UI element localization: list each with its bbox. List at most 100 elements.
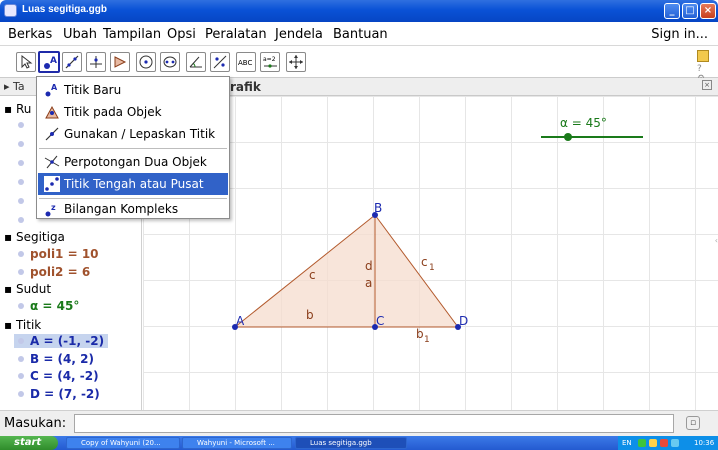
- point-tools-dropdown: A Titik Baru Titik pada Objek Gunakan / …: [36, 76, 230, 219]
- segment-c-label: c: [309, 268, 316, 282]
- ellipse-tool-icon[interactable]: [160, 52, 180, 72]
- taskbar-item-copy-wahyuni[interactable]: Copy of Wahyuni (20...: [66, 437, 180, 449]
- algebra-group-titik[interactable]: ▪ Titik: [4, 318, 41, 332]
- dropdown-divider: [39, 148, 227, 149]
- input-field[interactable]: [74, 414, 674, 433]
- taskbar-item-luas-segitiga[interactable]: Luas segitiga.ggb: [295, 437, 407, 449]
- menu-tampilan[interactable]: Tampilan: [103, 27, 161, 42]
- menu-bar: Berkas Ubah Tampilan Opsi Peralatan Jend…: [0, 22, 718, 46]
- taskbar-item-wahyuni-word[interactable]: Wahyuni - Microsoft ...: [182, 437, 292, 449]
- hidden-item: [18, 118, 30, 132]
- algebra-group-segitiga-label: Segitiga: [15, 230, 65, 244]
- menu-jendela[interactable]: Jendela: [275, 27, 323, 42]
- algebra-item-point-b-text: B = (4, 2): [30, 352, 94, 366]
- polygon-tool-icon[interactable]: [110, 52, 130, 72]
- maximize-button[interactable]: □: [682, 3, 698, 19]
- taskbar-item-copy-wahyuni-text: Copy of Wahyuni (20...: [81, 439, 161, 447]
- dropdown-item-perpotongan[interactable]: Perpotongan Dua Objek: [38, 151, 228, 173]
- algebra-item-point-c[interactable]: C = (4, -2): [18, 369, 99, 383]
- new-point-icon: A: [45, 83, 58, 97]
- slider-handle[interactable]: [564, 133, 572, 141]
- move-view-tool-icon[interactable]: [286, 52, 306, 72]
- hidden-item: [18, 156, 30, 170]
- algebra-view-title[interactable]: ▸ Ta: [4, 80, 25, 93]
- algebra-item-point-d[interactable]: D = (7, -2): [18, 387, 100, 401]
- algebra-item-point-a-text: A = (-1, -2): [30, 334, 105, 348]
- slider-tool-icon[interactable]: a=2: [260, 52, 280, 72]
- algebra-item-poli2-text: poli2 = 6: [30, 265, 91, 279]
- dropdown-item-titik-tengah-label: Titik Tengah atau Pusat: [64, 177, 204, 191]
- dropdown-item-titik-baru-label: Titik Baru: [64, 83, 122, 97]
- algebra-item-alpha[interactable]: α = 45°: [18, 299, 79, 313]
- svg-text:A: A: [51, 83, 58, 92]
- perpendicular-tool-icon[interactable]: [86, 52, 106, 72]
- hidden-item: [18, 137, 30, 151]
- algebra-item-point-c-text: C = (4, -2): [30, 369, 99, 383]
- perspectives-icon[interactable]: [697, 50, 709, 62]
- dropdown-item-titik-pada-objek-label: Titik pada Objek: [64, 105, 162, 119]
- algebra-item-poli2[interactable]: poli2 = 6: [18, 265, 90, 279]
- dropdown-item-titik-pada-objek[interactable]: Titik pada Objek: [38, 101, 228, 123]
- algebra-group-titik-label: Titik: [15, 318, 42, 332]
- algebra-item-point-a[interactable]: A = (-1, -2): [14, 334, 109, 348]
- hidden-item: [18, 213, 30, 227]
- circle-tool-icon[interactable]: [136, 52, 156, 72]
- dropdown-item-gunakan-lepaskan[interactable]: Gunakan / Lepaskan Titik: [38, 123, 228, 145]
- menu-ubah[interactable]: Ubah: [63, 27, 97, 42]
- point-tool-icon[interactable]: A: [38, 51, 60, 73]
- taskbar: start Copy of Wahyuni (20... Wahyuni - M…: [0, 436, 718, 450]
- input-help-icon[interactable]: ▫: [686, 416, 700, 430]
- triangle-left[interactable]: [233, 213, 376, 328]
- algebra-item-alpha-text: α = 45°: [30, 299, 80, 313]
- point-on-object-icon: [45, 105, 59, 119]
- dropdown-item-titik-baru[interactable]: A Titik Baru: [38, 79, 228, 101]
- tray-antivirus-icon[interactable]: [660, 439, 668, 447]
- dropdown-item-titik-tengah[interactable]: Titik Tengah atau Pusat: [38, 173, 228, 195]
- close-view-icon[interactable]: ×: [702, 80, 712, 90]
- algebra-group-sudut[interactable]: ▪ Sudut: [4, 282, 51, 296]
- segment-b1-subscript: 1: [424, 335, 430, 345]
- triangle-right[interactable]: [374, 213, 459, 328]
- dropdown-item-bilangan-kompleks[interactable]: z Bilangan Kompleks: [38, 199, 228, 219]
- move-tool-icon[interactable]: [16, 52, 36, 72]
- window-title: Luas segitiga.ggb: [22, 4, 108, 15]
- algebra-item-point-b[interactable]: B = (4, 2): [18, 352, 94, 366]
- menu-opsi[interactable]: Opsi: [167, 27, 196, 42]
- tray-network-icon[interactable]: [638, 439, 646, 447]
- algebra-item-poli1[interactable]: poli1 = 10: [18, 247, 99, 261]
- dropdown-item-perpotongan-label: Perpotongan Dua Objek: [64, 155, 207, 169]
- text-tool-icon[interactable]: ABC: [236, 52, 256, 72]
- tray-shield-icon[interactable]: [649, 439, 657, 447]
- svg-text:A: A: [50, 56, 57, 66]
- reflect-tool-icon[interactable]: [210, 52, 230, 72]
- hidden-item: [18, 175, 30, 189]
- algebra-group-segitiga[interactable]: ▪ Segitiga: [4, 230, 65, 244]
- algebra-view-title-text: Ta: [13, 80, 25, 93]
- start-button[interactable]: start: [0, 436, 58, 450]
- tray-language[interactable]: EN: [622, 436, 632, 450]
- midpoint-icon: [44, 176, 60, 192]
- input-label: Masukan:: [4, 416, 67, 431]
- close-button[interactable]: ×: [700, 3, 716, 19]
- dropdown-item-bilangan-kompleks-label: Bilangan Kompleks: [64, 202, 179, 216]
- help-settings-icon[interactable]: ? ⚙: [697, 64, 709, 84]
- tray-volume-icon[interactable]: [671, 439, 679, 447]
- angle-tool-icon[interactable]: [186, 52, 206, 72]
- algebra-group-partial[interactable]: ▪ Ru: [4, 102, 31, 116]
- menu-bantuan[interactable]: Bantuan: [333, 27, 388, 42]
- title-bar[interactable]: Luas segitiga.ggb _ □ ×: [0, 0, 718, 22]
- minimize-button[interactable]: _: [664, 3, 680, 19]
- taskbar-item-wahyuni-word-text: Wahyuni - Microsoft ...: [197, 439, 275, 447]
- menu-berkas[interactable]: Berkas: [8, 27, 52, 42]
- segment-c1-label: c: [421, 255, 428, 269]
- graphics-view-title[interactable]: rafik: [230, 80, 261, 94]
- point-c-label: C: [376, 314, 384, 328]
- line-tool-icon[interactable]: [62, 52, 82, 72]
- geogebra-app-icon: [4, 4, 17, 17]
- dropdown-item-gunakan-lepaskan-label: Gunakan / Lepaskan Titik: [64, 127, 216, 141]
- sign-in-link[interactable]: Sign in...: [651, 27, 708, 42]
- menu-peralatan[interactable]: Peralatan: [205, 27, 267, 42]
- app-window: Luas segitiga.ggb _ □ × Berkas Ubah Tamp…: [0, 0, 718, 450]
- svg-text:z: z: [51, 203, 56, 212]
- taskbar-item-luas-segitiga-text: Luas segitiga.ggb: [310, 439, 372, 447]
